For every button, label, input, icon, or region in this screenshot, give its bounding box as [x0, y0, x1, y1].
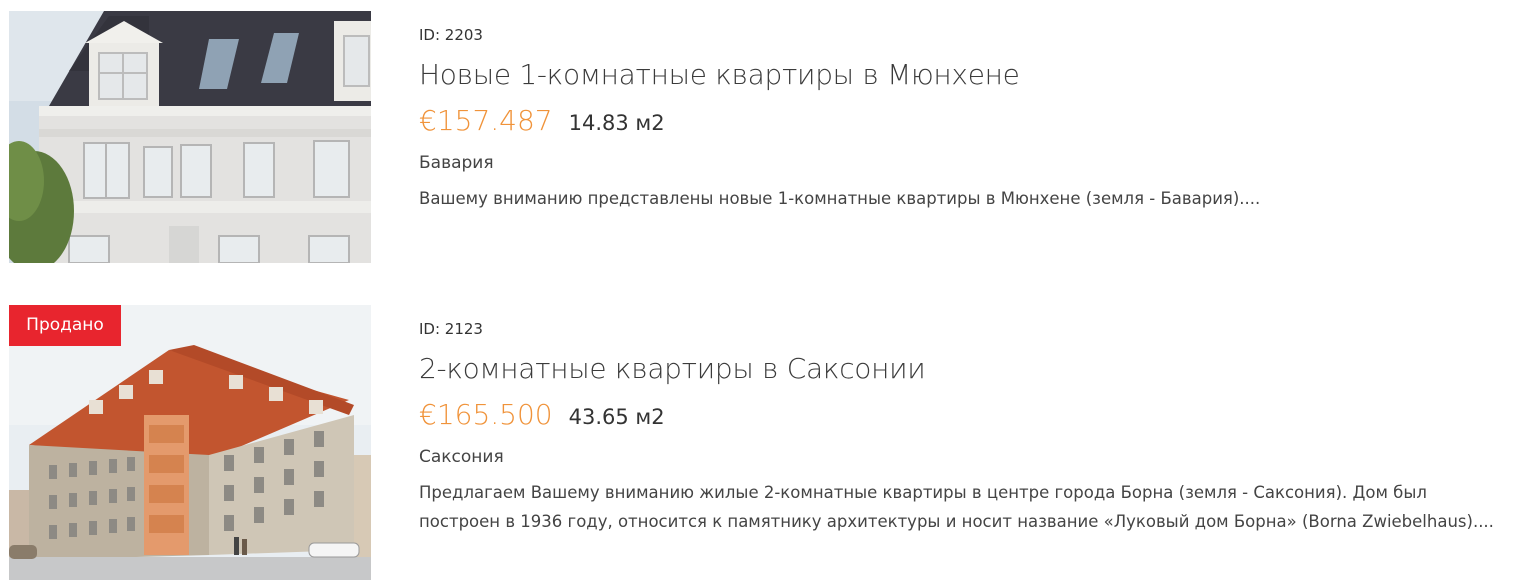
listing-info: ID: 2123 2-комнатные квартиры в Саксонии… — [419, 318, 1525, 536]
listing-area: 14.83 м2 — [568, 111, 665, 135]
listing-region: Бавария — [419, 153, 494, 173]
listing-title[interactable]: Новые 1-комнатные квартиры в Мюнхене — [419, 56, 1525, 94]
listing-description: Вашему вниманию представлены новые 1-ком… — [419, 184, 1525, 213]
listing-region: Саксония — [419, 447, 504, 467]
description-line: Вашему вниманию представлены новые 1-ком… — [419, 189, 1261, 208]
listing-info: ID: 2203 Новые 1-комнатные квартиры в Мю… — [419, 24, 1525, 213]
listing-description: Предлагаем Вашему вниманию жилые 2-комна… — [419, 478, 1525, 536]
sold-badge: Продано — [9, 305, 121, 346]
description-line: построен в 1936 году, относится к памятн… — [419, 512, 1494, 531]
listing-id: ID: 2203 — [419, 26, 483, 44]
listing-title[interactable]: 2-комнатные квартиры в Саксонии — [419, 350, 1525, 388]
building-photo-saxony — [9, 305, 371, 580]
description-line: Предлагаем Вашему вниманию жилые 2-комна… — [419, 483, 1427, 502]
listing-photo[interactable] — [9, 305, 371, 580]
listing-id: ID: 2123 — [419, 320, 483, 338]
price-row: €157.487 14.83 м2 — [419, 102, 1525, 140]
listing-area: 43.65 м2 — [568, 405, 665, 429]
listing-price: €165.500 — [419, 398, 553, 431]
price-row: €165.500 43.65 м2 — [419, 396, 1525, 434]
listing-price: €157.487 — [419, 104, 553, 137]
listing-photo[interactable] — [9, 11, 371, 263]
building-photo-munich — [9, 11, 371, 263]
